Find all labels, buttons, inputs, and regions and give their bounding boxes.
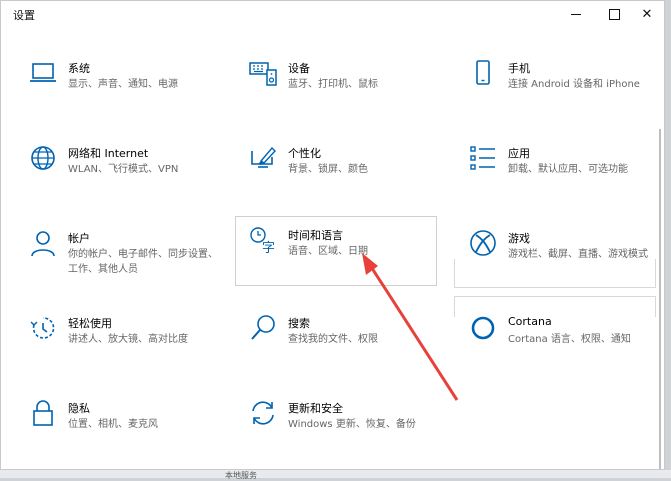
tile-personalization[interactable]: 个性化 背景、锁屏、颜色 [235,134,437,204]
tile-desc: 背景、锁屏、颜色 [288,164,368,175]
tile-desc: 查找我的文件、权限 [288,334,378,345]
lock-icon [28,398,58,428]
maximize-icon [608,8,620,20]
tile-privacy[interactable]: 隐私 位置、相机、麦克风 [15,389,217,459]
paint-screen-icon [248,143,278,173]
tile-name: 手机 [508,62,530,75]
window-title: 设置 [13,9,35,22]
keyboard-speaker-icon [248,58,278,88]
tile-outline-fragment [454,296,656,317]
update-icon [248,398,278,428]
tile-name: 时间和语言 [288,229,343,242]
tile-apps[interactable]: 应用 卸载、默认应用、可选功能 [455,134,657,204]
tile-desc: 连接 Android 设备和 iPhone [508,79,640,90]
phone-icon [468,58,498,88]
laptop-icon [28,58,58,88]
tile-outline-fragment [454,259,656,288]
tile-desc: 讲述人、放大镜、高对比度 [68,334,188,345]
tile-devices[interactable]: 设备 蓝牙、打印机、鼠标 [235,49,437,119]
scrollbar[interactable] [659,129,661,469]
tile-network[interactable]: 网络和 Internet WLAN、飞行模式、VPN [15,134,217,204]
tile-desc: WLAN、飞行模式、VPN [68,164,179,175]
tile-system[interactable]: 系统 显示、声音、通知、电源 [15,49,217,119]
taskbar-label: 本地服务 [225,471,257,480]
tile-name: 个性化 [288,147,321,160]
tile-desc: Cortana 语言、权限、通知 [508,334,631,345]
tile-ease-of-access[interactable]: 轻松使用 讲述人、放大镜、高对比度 [15,304,217,374]
apps-list-icon [468,143,498,173]
tile-name: 游戏 [508,232,530,245]
tile-name: 应用 [508,147,530,160]
globe-icon [28,143,58,173]
tile-name: 系统 [68,62,90,75]
xbox-icon [468,228,498,258]
tile-time-language[interactable]: 字 时间和语言 语音、区域、日期 [235,216,437,286]
minimize-icon [571,13,581,15]
search-icon [248,313,278,343]
tile-phone[interactable]: 手机 连接 Android 设备和 iPhone [455,49,657,119]
tile-update-security[interactable]: 更新和安全 Windows 更新、恢复、备份 [235,389,437,459]
background-taskbar [0,470,671,478]
tile-desc: 卸载、默认应用、可选功能 [508,164,628,175]
ease-access-icon [28,313,58,343]
tile-desc: 语音、区域、日期 [288,246,368,257]
tile-desc: 你的帐户、电子邮件、同步设置、工作、其他人员 [68,249,218,275]
title-bar[interactable]: 设置 ✕ [1,1,664,28]
tile-desc: Windows 更新、恢复、备份 [288,419,416,430]
tile-name: 隐私 [68,402,90,415]
tile-name: 设备 [288,62,310,75]
tile-search[interactable]: 搜索 查找我的文件、权限 [235,304,437,374]
time-language-icon: 字 [248,225,278,255]
close-button[interactable]: ✕ [627,1,667,27]
tile-name: 更新和安全 [288,402,343,415]
tile-name: 搜索 [288,317,310,330]
settings-window: 设置 ✕ 系统 显示、声音、通知、电源 设备 蓝牙、打印机、鼠标 手机 连接 A… [0,0,665,470]
tile-desc: 位置、相机、麦克风 [68,419,158,430]
tile-desc: 显示、声音、通知、电源 [68,79,178,90]
tile-desc: 蓝牙、打印机、鼠标 [288,79,378,90]
tile-name: 网络和 Internet [68,147,149,160]
minimize-button[interactable] [556,1,596,27]
tile-name: 帐户 [68,232,90,245]
tile-name: 轻松使用 [68,317,112,330]
svg-text:字: 字 [262,241,275,255]
person-icon [28,228,58,258]
cortana-icon [468,313,498,343]
tile-accounts[interactable]: 帐户 你的帐户、电子邮件、同步设置、工作、其他人员 [15,219,218,289]
